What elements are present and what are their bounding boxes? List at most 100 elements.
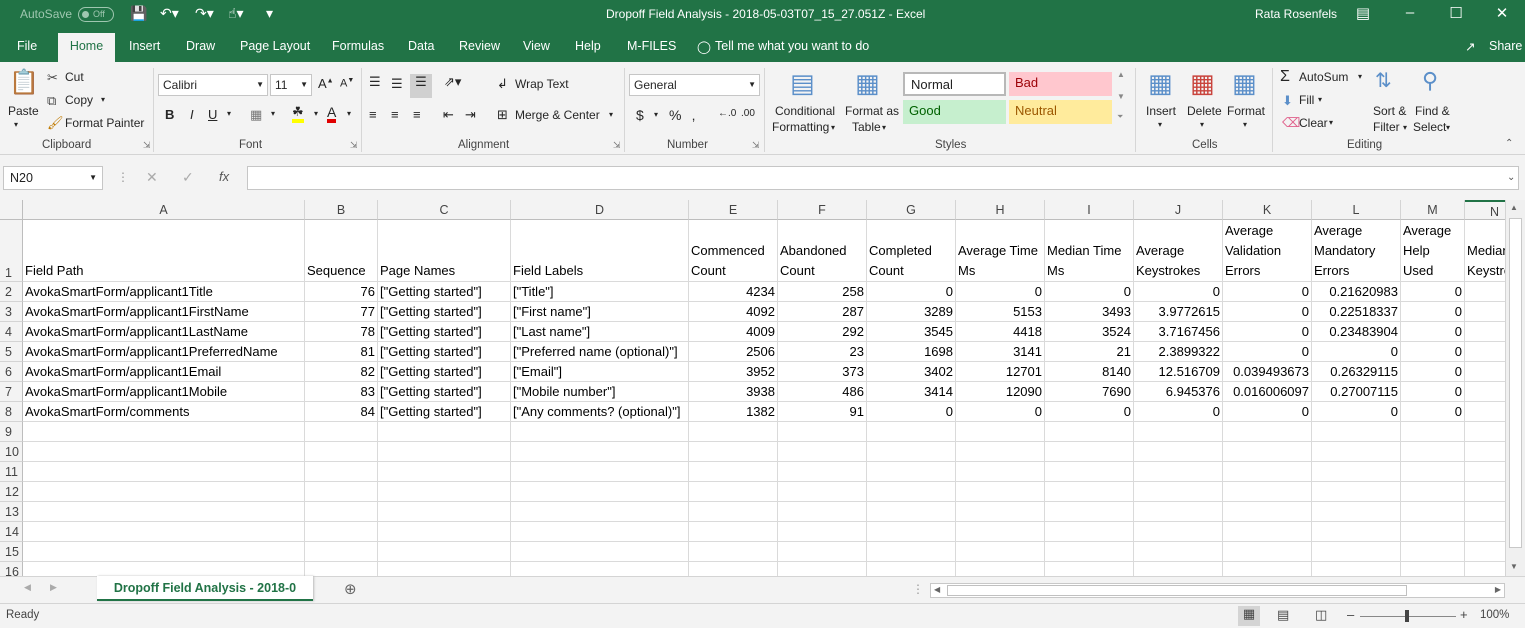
table-cell[interactable]: 0.016006097 bbox=[1223, 382, 1312, 402]
row-header-11[interactable]: 11 bbox=[0, 462, 23, 482]
column-title-cell[interactable]: Field Labels bbox=[511, 220, 689, 282]
table-cell[interactable] bbox=[1465, 322, 1505, 342]
column-header-I[interactable]: I bbox=[1045, 200, 1134, 220]
table-cell[interactable] bbox=[378, 482, 511, 502]
table-cell[interactable]: 0 bbox=[1401, 402, 1465, 422]
table-cell[interactable]: ["Any comments? (optional)"] bbox=[511, 402, 689, 422]
table-cell[interactable]: 0.26329115 bbox=[1312, 362, 1401, 382]
minimize-icon[interactable]: – bbox=[1395, 4, 1425, 21]
column-header-M[interactable]: M bbox=[1401, 200, 1465, 220]
find-dropdown-icon[interactable]: ▾ bbox=[1446, 123, 1450, 132]
table-cell[interactable] bbox=[378, 542, 511, 562]
table-cell[interactable]: 0 bbox=[1045, 402, 1134, 422]
row-header-15[interactable]: 15 bbox=[0, 542, 23, 562]
close-icon[interactable]: ✕ bbox=[1487, 4, 1517, 22]
name-box[interactable]: N20 ▼ bbox=[3, 166, 103, 190]
table-cell[interactable] bbox=[511, 422, 689, 442]
table-cell[interactable] bbox=[511, 482, 689, 502]
table-cell[interactable]: 0 bbox=[867, 282, 956, 302]
underline-icon[interactable]: U bbox=[208, 107, 217, 122]
table-cell[interactable] bbox=[867, 422, 956, 442]
table-cell[interactable]: 3402 bbox=[867, 362, 956, 382]
table-cell[interactable] bbox=[1401, 562, 1465, 576]
format-as-table-label-1[interactable]: Format as bbox=[845, 104, 899, 118]
table-cell[interactable] bbox=[956, 462, 1045, 482]
table-cell[interactable] bbox=[305, 542, 378, 562]
table-cell[interactable] bbox=[23, 482, 305, 502]
table-cell[interactable] bbox=[778, 442, 867, 462]
table-cell[interactable]: ["Last name"] bbox=[511, 322, 689, 342]
table-cell[interactable] bbox=[1045, 562, 1134, 576]
table-cell[interactable]: 3952 bbox=[689, 362, 778, 382]
delete-dropdown-icon[interactable]: ▾ bbox=[1200, 120, 1204, 129]
table-cell[interactable] bbox=[689, 482, 778, 502]
table-cell[interactable]: 3141 bbox=[956, 342, 1045, 362]
table-cell[interactable]: 4092 bbox=[689, 302, 778, 322]
conditional-formatting-label-2[interactable]: Formatting bbox=[772, 120, 829, 134]
table-cell[interactable]: 0 bbox=[1045, 282, 1134, 302]
cut-button[interactable]: Cut bbox=[65, 70, 84, 84]
font-name-combo[interactable]: Calibri ▼ bbox=[158, 74, 268, 96]
table-cell[interactable] bbox=[689, 442, 778, 462]
table-cell[interactable] bbox=[689, 462, 778, 482]
column-title-cell[interactable]: Average Time Ms bbox=[956, 220, 1045, 282]
column-title-cell[interactable]: Average Help Used bbox=[1401, 220, 1465, 282]
autosum-dropdown-icon[interactable]: ▾ bbox=[1358, 72, 1362, 81]
table-cell[interactable] bbox=[305, 502, 378, 522]
table-cell[interactable] bbox=[1134, 462, 1223, 482]
table-cell[interactable]: 5153 bbox=[956, 302, 1045, 322]
table-cell[interactable] bbox=[378, 522, 511, 542]
next-sheet-icon[interactable]: ▶ bbox=[50, 582, 57, 593]
table-cell[interactable] bbox=[1312, 502, 1401, 522]
table-cell[interactable] bbox=[689, 542, 778, 562]
column-title-cell[interactable]: Average Mandatory Errors bbox=[1312, 220, 1401, 282]
expand-formula-bar-icon[interactable]: ⌄ bbox=[1507, 172, 1515, 183]
table-cell[interactable] bbox=[1223, 502, 1312, 522]
column-title-cell[interactable]: Completed Count bbox=[867, 220, 956, 282]
tab-review[interactable]: Review bbox=[459, 39, 500, 53]
decrease-decimal-icon[interactable]: .00 bbox=[741, 108, 755, 119]
table-cell[interactable] bbox=[305, 462, 378, 482]
table-cell[interactable] bbox=[1134, 422, 1223, 442]
tell-me-search[interactable]: Tell me what you want to do bbox=[715, 39, 869, 53]
insert-cells-icon[interactable]: ▦ bbox=[1148, 68, 1173, 99]
cut-icon[interactable]: ✂ bbox=[47, 70, 58, 86]
table-cell[interactable]: ["Getting started"] bbox=[378, 382, 511, 402]
redo-icon[interactable]: ↷▾ bbox=[195, 5, 214, 22]
table-cell[interactable] bbox=[956, 442, 1045, 462]
autosave-toggle[interactable]: Off bbox=[78, 7, 114, 22]
table-cell[interactable] bbox=[305, 482, 378, 502]
fill-color-dropdown-icon[interactable]: ▾ bbox=[314, 109, 318, 118]
table-cell[interactable] bbox=[305, 442, 378, 462]
table-cell[interactable] bbox=[778, 522, 867, 542]
table-cell[interactable]: 0 bbox=[1401, 302, 1465, 322]
table-cell[interactable] bbox=[956, 422, 1045, 442]
table-cell[interactable] bbox=[1465, 422, 1505, 442]
table-cell[interactable] bbox=[778, 482, 867, 502]
table-cell[interactable] bbox=[305, 422, 378, 442]
table-cell[interactable] bbox=[778, 502, 867, 522]
column-header-H[interactable]: H bbox=[956, 200, 1045, 220]
tab-view[interactable]: View bbox=[523, 39, 550, 53]
percent-icon[interactable]: % bbox=[669, 107, 681, 123]
table-cell[interactable] bbox=[778, 562, 867, 576]
table-cell[interactable]: 0 bbox=[956, 402, 1045, 422]
table-cell[interactable]: ["Email"] bbox=[511, 362, 689, 382]
sort-dropdown-icon[interactable]: ▾ bbox=[1403, 123, 1407, 132]
table-cell[interactable]: 0 bbox=[1401, 282, 1465, 302]
table-cell[interactable]: 0 bbox=[1401, 382, 1465, 402]
merge-center-icon[interactable]: ⊞ bbox=[497, 107, 508, 123]
column-header-C[interactable]: C bbox=[378, 200, 511, 220]
table-cell[interactable]: 4234 bbox=[689, 282, 778, 302]
table-cell[interactable]: 83 bbox=[305, 382, 378, 402]
table-cell[interactable] bbox=[956, 502, 1045, 522]
tab-m-files[interactable]: M-FILES bbox=[627, 39, 676, 53]
format-painter-button[interactable]: Format Painter bbox=[65, 116, 144, 130]
table-cell[interactable] bbox=[1223, 542, 1312, 562]
table-cell[interactable]: 77 bbox=[305, 302, 378, 322]
scroll-left-icon[interactable]: ◀ bbox=[934, 585, 940, 594]
merge-dropdown-icon[interactable]: ▾ bbox=[609, 110, 613, 119]
table-cell[interactable] bbox=[1401, 522, 1465, 542]
table-cell[interactable]: 0 bbox=[1223, 402, 1312, 422]
table-cell[interactable]: 0 bbox=[1134, 282, 1223, 302]
